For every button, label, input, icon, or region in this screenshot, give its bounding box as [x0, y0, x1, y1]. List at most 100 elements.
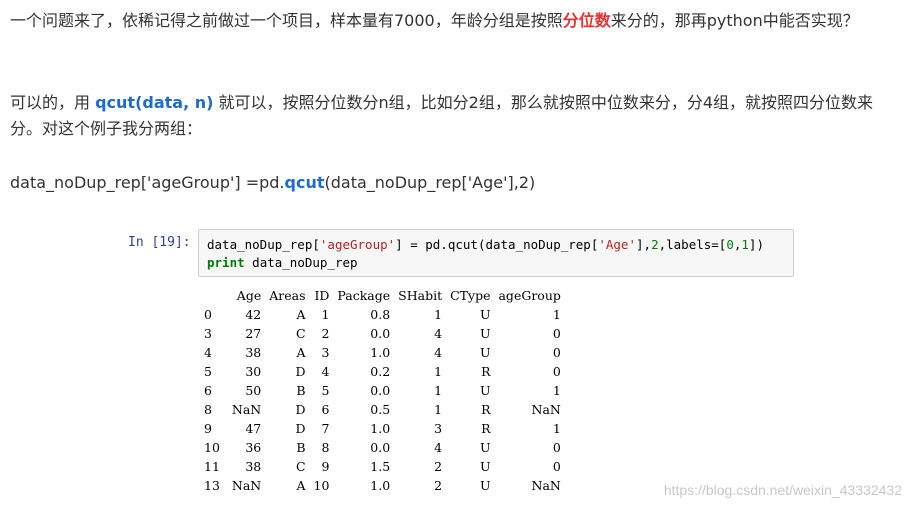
table-cell: A — [296, 345, 306, 360]
row-index: 5 — [204, 364, 212, 379]
table-cell: 1 — [434, 364, 443, 379]
table-cell: 0 — [552, 364, 561, 379]
table-cell: 1 — [552, 383, 561, 398]
table-cell: 1 — [434, 307, 443, 322]
table-cell: U — [479, 345, 491, 360]
table-cell: 2 — [434, 478, 443, 493]
table-cell: 1 — [552, 307, 561, 322]
code-token: data_noDup_rep[ — [207, 237, 320, 252]
row-index: 4 — [204, 345, 212, 360]
cell-prompt: In [19]: — [128, 235, 191, 250]
table-cell: 0.0 — [370, 326, 391, 341]
table-cell: C — [295, 326, 306, 341]
table-row: 5 30 D 4 0.2 1 R 0 — [200, 362, 565, 381]
table-cell: 10 — [313, 478, 330, 493]
table-cell: 4 — [434, 326, 443, 341]
table-cell: 2 — [434, 459, 443, 474]
table-cell: D — [295, 364, 306, 379]
code-string: 'ageGroup' — [319, 237, 396, 252]
table-cell: 42 — [245, 307, 262, 322]
column-header: ID — [314, 288, 330, 303]
code-keyword: print — [207, 255, 245, 270]
table-cell: A — [296, 307, 306, 322]
column-header: Package — [337, 288, 391, 303]
table-cell: U — [479, 326, 491, 341]
output-dataframe: Age Areas ID Package SHabit CType ageGro… — [200, 286, 565, 495]
table-cell: 1 — [321, 307, 330, 322]
table-cell: 50 — [245, 383, 262, 398]
table-cell: 0 — [552, 440, 561, 455]
row-index: 8 — [204, 402, 212, 417]
code-text-end: (data_noDup_rep['Age'],2) — [324, 173, 536, 192]
table-row: 8 NaN D 6 0.5 1 R NaN — [200, 400, 565, 419]
table-cell: 3 — [434, 421, 443, 436]
table-cell: U — [479, 459, 491, 474]
table-cell: R — [481, 402, 491, 417]
table-cell: 47 — [245, 421, 262, 436]
question-text: 一个问题来了，依稀记得之前做过一个项目，样本量有7000，年龄分组是按照 — [10, 11, 563, 30]
qcut-code-highlight: qcut — [284, 173, 325, 192]
table-cell: 4 — [321, 364, 330, 379]
table-cell: U — [479, 383, 491, 398]
table-cell: D — [295, 421, 306, 436]
question-text-end: 来分的，那再python中能否实现？ — [610, 11, 859, 30]
table-cell: 38 — [245, 345, 262, 360]
watermark: https://blog.csdn.net/weixin_43332432 — [663, 482, 902, 498]
table-cell: C — [295, 459, 306, 474]
table-row: 10 36 B 8 0.0 4 U 0 — [200, 438, 565, 457]
column-header: ageGroup — [498, 288, 561, 303]
answer-text: 可以的，用 — [10, 93, 96, 112]
dataframe-header-row: Age Areas ID Package SHabit CType ageGro… — [200, 286, 565, 305]
table-cell: 0 — [552, 459, 561, 474]
table-cell: D — [295, 402, 306, 417]
code-token: ], — [636, 237, 652, 252]
table-cell: 1.0 — [370, 421, 391, 436]
index-header — [200, 286, 228, 305]
table-cell: 0 — [552, 345, 561, 360]
row-index: 0 — [204, 307, 212, 322]
table-cell: 0.0 — [370, 383, 391, 398]
table-cell: 1 — [434, 402, 443, 417]
code-number: 0 — [726, 237, 734, 252]
table-cell: B — [296, 383, 306, 398]
table-row: 11 38 C 9 1.5 2 U 0 — [200, 457, 565, 476]
code-cell-input[interactable]: data_noDup_rep['ageGroup'] = pd.qcut(dat… — [198, 229, 794, 277]
table-cell: 0.8 — [370, 307, 391, 322]
table-cell: NaN — [531, 478, 561, 493]
qcut-highlight: qcut(data, n) — [95, 93, 214, 112]
table-cell: U — [479, 440, 491, 455]
table-row: 3 27 C 2 0.0 4 U 0 — [200, 324, 565, 343]
table-cell: U — [479, 478, 491, 493]
table-cell: 4 — [434, 440, 443, 455]
table-cell: 1 — [434, 383, 443, 398]
table-cell: 7 — [321, 421, 330, 436]
column-header: CType — [450, 288, 491, 303]
table-cell: 30 — [245, 364, 262, 379]
row-index: 11 — [204, 459, 220, 474]
table-cell: 4 — [434, 345, 443, 360]
code-token: ]) — [748, 237, 764, 252]
table-cell: 1.0 — [370, 345, 391, 360]
table-cell: 8 — [321, 440, 330, 455]
table-cell: 0.5 — [370, 402, 391, 417]
table-cell: R — [481, 364, 491, 379]
table-cell: 38 — [245, 459, 262, 474]
code-number: 1 — [741, 237, 749, 252]
row-index: 13 — [204, 478, 220, 493]
table-cell: 0 — [552, 326, 561, 341]
notebook-screenshot: In [19]: data_noDup_rep['ageGroup'] = pd… — [120, 226, 796, 502]
column-header: Areas — [269, 288, 306, 303]
table-cell: NaN — [231, 478, 262, 493]
table-cell: 9 — [321, 459, 330, 474]
answer-paragraph: 可以的，用 qcut(data, n) 就可以，按照分位数分n组，比如分2组，那… — [10, 90, 905, 142]
table-cell: 5 — [321, 383, 330, 398]
quantile-highlight: 分位数 — [562, 11, 611, 30]
table-row: 6 50 B 5 0.0 1 U 1 — [200, 381, 565, 400]
column-header: SHabit — [398, 288, 443, 303]
table-cell: 2 — [321, 326, 330, 341]
row-index: 6 — [204, 383, 212, 398]
code-string: 'Age' — [598, 237, 636, 252]
code-paragraph: data_noDup_rep['ageGroup'] =pd.qcut(data… — [10, 170, 905, 196]
code-token: ] = pd.qcut(data_noDup_rep[ — [395, 237, 599, 252]
table-cell: U — [479, 307, 491, 322]
